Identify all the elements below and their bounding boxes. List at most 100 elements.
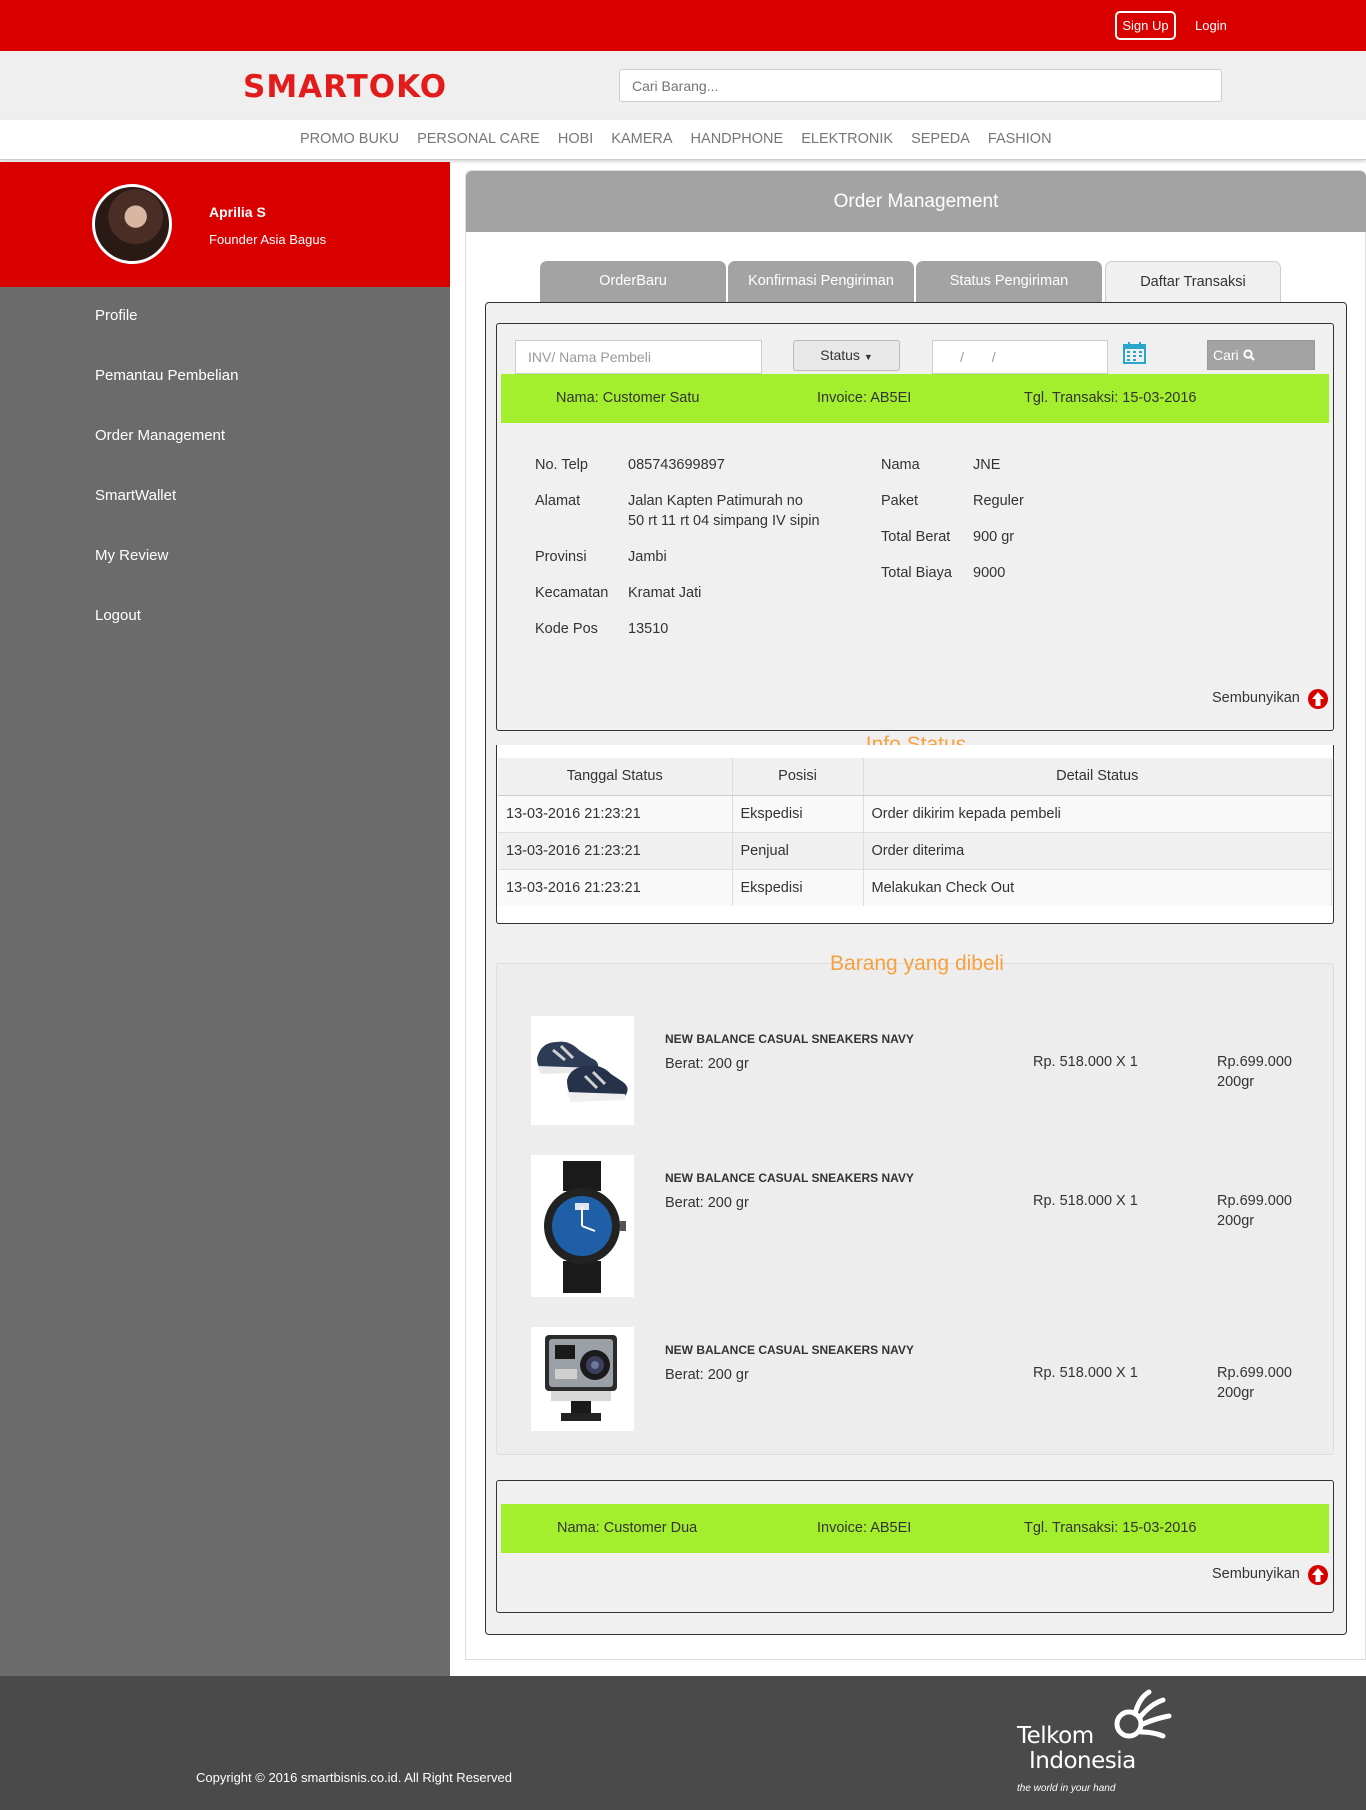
category-nav: PROMO BUKU PERSONAL CARE HOBI KAMERA HAN… (0, 120, 1366, 160)
table-cell: Order diterima (863, 831, 1332, 869)
column-header: Tanggal Status (498, 758, 733, 796)
product-price: Rp. 518.000 X 1 (1033, 1365, 1138, 1381)
invoice-number: Invoice: AB5EI (817, 390, 912, 406)
column-header: Detail Status (863, 758, 1332, 796)
product-total: Rp.699.000 200gr (1217, 1191, 1292, 1231)
sidebar-menu: Profile Pemantau Pembelian Order Managem… (95, 307, 238, 667)
table-cell: 13-03-2016 21:23:21 (498, 868, 733, 906)
order-card: Nama: Customer Dua Invoice: AB5EI Tgl. T… (496, 1480, 1334, 1613)
tab-order-baru[interactable]: OrderBaru (540, 261, 726, 302)
product-total: Rp.699.000 200gr (1217, 1363, 1292, 1403)
site-logo[interactable]: SMARTOKO (243, 69, 447, 105)
category-kamera[interactable]: KAMERA (611, 131, 672, 147)
sidebar-item-smartwallet[interactable]: SmartWallet (95, 487, 238, 547)
login-link[interactable]: Login (1195, 11, 1227, 40)
avatar[interactable] (92, 184, 172, 264)
status-dropdown-label: Status (820, 347, 860, 363)
detail-value: Kramat Jati (628, 585, 702, 601)
product-name[interactable]: NEW BALANCE CASUAL SNEAKERS NAVY (665, 1343, 914, 1357)
hide-details-link[interactable]: Sembunyikan (1212, 1566, 1300, 1582)
product-total-price: Rp.699.000 (1217, 1054, 1292, 1070)
tab-daftar-transaksi[interactable]: Daftar Transaksi (1105, 261, 1281, 302)
table-cell: 13-03-2016 21:23:21 (498, 794, 733, 832)
status-dropdown[interactable]: Status ▼ (793, 340, 900, 371)
table-cell: Penjual (732, 831, 864, 869)
product-name[interactable]: NEW BALANCE CASUAL SNEAKERS NAVY (665, 1032, 914, 1046)
main-panel: Order Management OrderBaru Konfirmasi Pe… (465, 170, 1366, 1660)
watch-image[interactable] (531, 1155, 634, 1297)
transaction-list: INV/ Nama Pembeli Status ▼ / / Cari Nama… (485, 302, 1347, 1635)
date-input[interactable]: / / (932, 340, 1108, 374)
category-fashion[interactable]: FASHION (988, 131, 1052, 147)
tab-konfirmasi-pengiriman[interactable]: Konfirmasi Pengiriman (728, 261, 914, 302)
detail-label: Kode Pos (535, 621, 598, 637)
sidebar-item-my-review[interactable]: My Review (95, 547, 238, 607)
order-card: INV/ Nama Pembeli Status ▼ / / Cari Nama… (496, 323, 1334, 731)
product-weight: Berat: 200 gr (665, 1195, 749, 1211)
table-row: 13-03-2016 21:23:21 Ekspedisi Melakukan … (498, 868, 1332, 906)
product-total-weight: 200gr (1217, 1074, 1255, 1090)
tab-status-pengiriman[interactable]: Status Pengiriman (916, 261, 1102, 302)
sidebar-item-logout[interactable]: Logout (95, 607, 238, 667)
order-summary-bar[interactable]: Nama: Customer Dua Invoice: AB5EI Tgl. T… (501, 1504, 1329, 1553)
detail-label: Kecamatan (535, 585, 609, 601)
caret-down-icon: ▼ (863, 352, 873, 362)
search-input[interactable] (619, 69, 1222, 102)
sneakers-image[interactable] (531, 1016, 634, 1125)
sidebar-item-order-management[interactable]: Order Management (95, 427, 238, 487)
invoice-search-input[interactable]: INV/ Nama Pembeli (515, 340, 762, 374)
detail-value: Reguler (973, 493, 1024, 509)
product-price: Rp. 518.000 X 1 (1033, 1193, 1138, 1209)
brand-line-2: Indonesia (1029, 1748, 1136, 1774)
arrow-up-icon[interactable] (1308, 1565, 1328, 1585)
order-summary-bar[interactable]: Nama: Customer Satu Invoice: AB5EI Tgl. … (501, 374, 1329, 423)
table-row: 13-03-2016 21:23:21 Penjual Order diteri… (498, 831, 1332, 869)
detail-value: 13510 (628, 621, 669, 637)
detail-label: Total Berat (881, 529, 951, 545)
category-handphone[interactable]: HANDPHONE (691, 131, 784, 147)
sidebar: Aprilia S Founder Asia Bagus Profile Pem… (0, 162, 450, 1676)
category-hobi[interactable]: HOBI (558, 131, 593, 147)
order-tabs: OrderBaru Konfirmasi Pengiriman Status P… (540, 261, 1281, 302)
page-title: Order Management (466, 171, 1366, 232)
table-cell: Ekspedisi (732, 868, 864, 906)
search-button[interactable]: Cari (1207, 340, 1315, 370)
table-header-row: Tanggal Status Posisi Detail Status (498, 758, 1332, 796)
arrow-up-icon[interactable] (1308, 689, 1328, 709)
sidebar-item-profile[interactable]: Profile (95, 307, 238, 367)
action-camera-image[interactable] (531, 1327, 634, 1431)
product-name[interactable]: NEW BALANCE CASUAL SNEAKERS NAVY (665, 1171, 914, 1185)
product-total-weight: 200gr (1217, 1213, 1255, 1229)
category-personal-care[interactable]: PERSONAL CARE (417, 131, 540, 147)
brand-line-1: Telkom (1017, 1723, 1094, 1749)
category-sepeda[interactable]: SEPEDA (911, 131, 970, 147)
detail-value: Jalan Kapten Patimurah no (628, 493, 803, 509)
invoice-number: Invoice: AB5EI (817, 1520, 912, 1536)
product-total-weight: 200gr (1217, 1385, 1255, 1401)
product-price: Rp. 518.000 X 1 (1033, 1054, 1138, 1070)
detail-label: Total Biaya (881, 565, 952, 581)
profile-name: Aprilia S (209, 204, 266, 220)
customer-name: Nama: Customer Satu (556, 390, 700, 406)
sidebar-item-pemantau-pembelian[interactable]: Pemantau Pembelian (95, 367, 238, 427)
calendar-icon[interactable] (1123, 342, 1146, 364)
info-status-panel: Tanggal Status Posisi Detail Status 13-0… (496, 745, 1334, 924)
category-promo-buku[interactable]: PROMO BUKU (300, 131, 399, 147)
table-row: 13-03-2016 21:23:21 Ekspedisi Order diki… (498, 794, 1332, 832)
product-total-price: Rp.699.000 (1217, 1365, 1292, 1381)
profile-role: Founder Asia Bagus (209, 232, 327, 247)
brand-tagline: the world in your hand (1017, 1783, 1116, 1794)
signup-button[interactable]: Sign Up (1115, 11, 1176, 40)
hide-details-link[interactable]: Sembunyikan (1212, 690, 1300, 706)
category-elektronik[interactable]: ELEKTRONIK (801, 131, 893, 147)
detail-value: 50 rt 11 rt 04 simpang IV sipin (628, 513, 820, 529)
header: SMARTOKO (0, 51, 1366, 120)
detail-label: Nama (881, 457, 920, 473)
telkom-logo[interactable]: Telkom Indonesia the world in your hand (1017, 1686, 1172, 1796)
detail-label: Paket (881, 493, 919, 509)
detail-value: JNE (973, 457, 1001, 473)
product-total-price: Rp.699.000 (1217, 1193, 1292, 1209)
product-weight: Berat: 200 gr (665, 1056, 749, 1072)
detail-value: 085743699897 (628, 457, 725, 473)
top-bar: Sign Up Login (0, 0, 1366, 51)
